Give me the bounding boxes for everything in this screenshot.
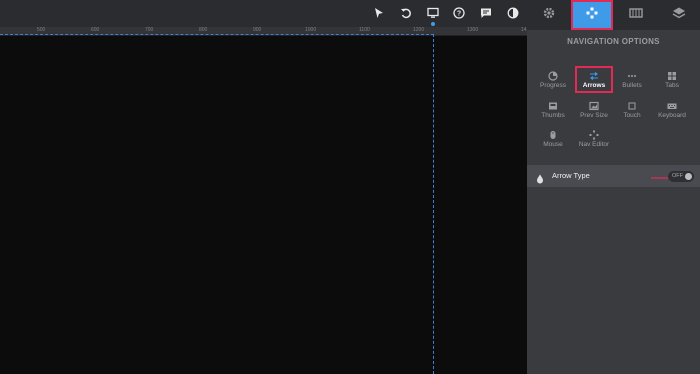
tab-media[interactable] [614,0,657,30]
option-label: Mouse [543,141,563,148]
prev-size-icon [588,98,600,111]
option-progress[interactable]: Progress [535,66,571,94]
touch-icon [626,98,638,110]
ruler-tick: 1000 [305,27,317,33]
ruler-tick: 1200 [413,27,425,33]
svg-text:?: ? [457,11,461,18]
gear-icon [542,6,556,25]
contrast-icon[interactable] [506,6,520,20]
option-touch[interactable]: Touch [614,96,650,124]
arrows-icon [588,68,600,80]
thumbs-icon [547,98,559,110]
arrow-type-toggle[interactable]: OFF [668,171,694,182]
panel-tabs [527,0,700,30]
nav-editor-icon [588,127,600,140]
ruler-tick: 1300 [467,27,479,33]
ruler-tick: 1100 [359,27,370,33]
tab-layers[interactable] [657,0,700,30]
vertical-guide-line [433,34,434,374]
ruler-tick: 500 [37,27,46,33]
active-device-indicator [431,22,435,26]
arrow-type-icon [536,171,544,184]
top-toolbar: ? [0,0,527,27]
slide-canvas[interactable] [0,36,527,374]
layers-icon [672,6,686,25]
option-label: Thumbs [541,112,565,119]
ruler-tick: 600 [91,27,100,33]
media-icon [628,6,643,25]
ruler-tick: 800 [199,27,208,33]
option-bullets[interactable]: Bullets [614,66,650,94]
option-label: Progress [539,82,566,89]
toggle-knob [685,173,692,180]
option-nav-editor[interactable]: Nav Editor [575,125,613,153]
toggle-state: OFF [672,173,683,179]
tab-general[interactable] [527,0,570,30]
option-prev-size[interactable]: Prev Size [575,96,613,124]
option-label: Nav Editor [578,141,610,148]
keyboard-icon [666,98,678,110]
tab-navigation[interactable] [571,0,613,30]
option-label: Tabs [665,82,679,89]
monitor-icon[interactable] [426,6,440,20]
option-mouse[interactable]: Mouse [535,125,571,153]
panel-title: NAVIGATION OPTIONS [567,37,660,46]
comment-icon[interactable] [479,6,493,20]
arrow-type-row: Arrow Type OFF [527,165,700,187]
cursor-icon[interactable] [372,6,386,20]
option-tabs[interactable]: Tabs [654,66,690,94]
option-label: Prev Size [580,112,608,119]
option-keyboard[interactable]: Keyboard [654,96,690,124]
ruler-tick: 700 [145,27,154,33]
ruler-tick: 900 [253,27,262,33]
option-label: Arrows [582,82,606,89]
option-thumbs[interactable]: Thumbs [535,96,571,124]
undo-icon[interactable] [399,6,413,20]
tabs-icon [666,68,678,80]
mouse-icon [547,127,559,139]
navigation-icon [585,6,599,25]
arrow-type-label: Arrow Type [552,171,590,180]
bullets-icon [626,68,638,80]
option-label: Keyboard [658,112,686,119]
option-arrows[interactable]: Arrows [575,66,613,93]
ruler-tick: 14 [521,27,527,33]
option-label: Bullets [622,82,642,89]
option-label: Touch [623,112,641,119]
settings-panel: NAVIGATION OPTIONS Progress Arrows Bulle… [527,0,700,374]
horizontal-guide-line [0,34,434,35]
help-icon[interactable]: ? [452,6,466,20]
progress-icon [547,68,559,81]
